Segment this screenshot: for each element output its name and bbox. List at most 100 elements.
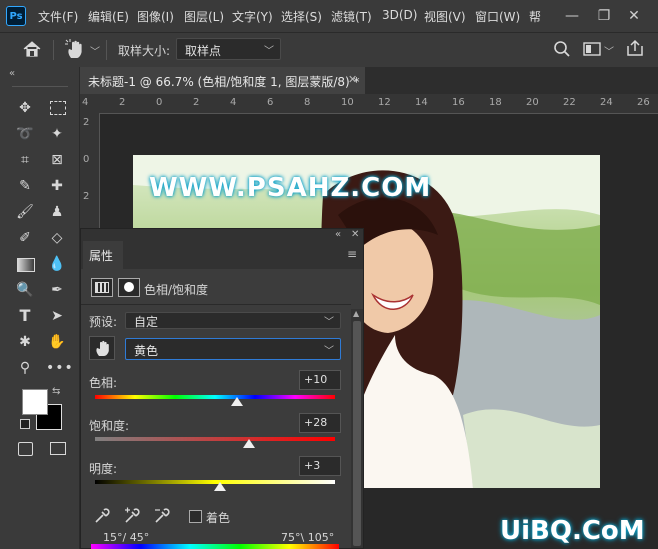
dodge-tool-icon[interactable]: 🔍 (14, 279, 36, 301)
ruler-h-tick: 24 (600, 97, 613, 108)
panel-scrollbar-thumb[interactable] (353, 321, 361, 546)
hue-input[interactable]: +10 (299, 370, 341, 390)
brush-tool-icon[interactable]: 🖌 (14, 201, 36, 223)
eraser-tool-icon[interactable]: ◇ (46, 227, 68, 249)
ruler-h-tick: 8 (304, 97, 311, 108)
range-left-values: 15°/ 45° (103, 531, 150, 544)
menu-help[interactable]: 帮 (529, 8, 541, 25)
scroll-up-icon[interactable]: ▲ (353, 309, 359, 318)
shape-tool-icon[interactable]: ✱ (14, 331, 36, 353)
share-icon[interactable] (626, 39, 644, 57)
eyedropper-icon[interactable] (93, 507, 111, 525)
home-icon[interactable] (22, 40, 42, 58)
menu-type[interactable]: 文字(Y) (232, 8, 273, 25)
zoom-tool-icon[interactable]: ⚲ (14, 357, 36, 379)
saturation-slider-track[interactable] (95, 437, 335, 441)
tab-close-icon[interactable]: ✕ (348, 73, 357, 86)
preset-select[interactable]: 自定 ﹀ (125, 312, 341, 329)
ruler-h-tick: 22 (563, 97, 576, 108)
magic-wand-tool-icon[interactable]: ✦ (46, 123, 68, 145)
channel-value: 黄色 (134, 344, 159, 358)
sample-size-value: 取样点 (185, 44, 222, 58)
marquee-tool-icon[interactable] (46, 97, 68, 119)
menu-window[interactable]: 窗口(W) (475, 8, 520, 25)
preset-label: 预设: (89, 315, 118, 329)
quick-mask-icon[interactable] (14, 438, 36, 460)
sample-size-select[interactable]: 取样点 ﹀ (176, 38, 281, 60)
more-tools-icon[interactable]: ••• (46, 357, 73, 379)
panel-scrollbar[interactable]: ▲ (351, 309, 363, 548)
channel-select[interactable]: 黄色 ﹀ (125, 338, 341, 360)
preset-value: 自定 (134, 315, 159, 329)
hue-slider-track[interactable] (95, 395, 335, 399)
menu-file[interactable]: 文件(F) (38, 8, 78, 25)
layer-mask-icon[interactable] (118, 278, 140, 297)
workspace-chevron-icon[interactable]: ﹀ (604, 43, 614, 58)
targeted-adjustment-hand-icon[interactable] (64, 38, 86, 60)
subtract-from-sample-eyedropper-icon[interactable] (153, 507, 171, 525)
panel-collapse-icon[interactable]: « (335, 229, 341, 240)
panel-menu-icon[interactable]: ≡ (347, 247, 357, 261)
healing-brush-tool-icon[interactable]: ✚ (46, 175, 68, 197)
screen-mode-icon[interactable] (46, 438, 68, 460)
tool-preset-chevron-icon[interactable]: ﹀ (90, 43, 100, 58)
menu-image[interactable]: 图像(I) (137, 8, 174, 25)
menu-view[interactable]: 视图(V) (424, 8, 466, 25)
history-brush-tool-icon[interactable]: ✐ (14, 227, 36, 249)
saturation-label: 饱和度: (89, 419, 130, 433)
default-colors-icon[interactable] (20, 419, 30, 429)
restore-button[interactable]: ❐ (594, 6, 614, 26)
ruler-h-tick: 2 (193, 97, 200, 108)
ruler-h-tick: 4 (230, 97, 237, 108)
gradient-tool-icon[interactable] (14, 253, 36, 275)
options-separator (53, 40, 54, 60)
clone-stamp-tool-icon[interactable]: ♟ (46, 201, 68, 223)
crop-tool-icon[interactable]: ⌗ (14, 149, 36, 171)
collapse-toolbar-icon[interactable]: « (9, 68, 15, 79)
menu-filter[interactable]: 滤镜(T) (331, 8, 372, 25)
hue-slider-thumb[interactable] (230, 397, 243, 406)
search-icon[interactable] (553, 40, 571, 58)
menu-layer[interactable]: 图层(L) (184, 8, 224, 25)
panel-divider (81, 304, 351, 305)
path-selection-tool-icon[interactable]: ➤ (46, 305, 68, 327)
hand-tool-icon[interactable]: ✋ (46, 331, 68, 353)
tools-panel: « (0, 67, 80, 549)
adjustment-layer-icon[interactable] (91, 278, 113, 297)
close-window-button[interactable]: ✕ (624, 6, 644, 26)
move-tool-icon[interactable]: ✥ (14, 97, 36, 119)
colorize-checkbox[interactable] (189, 510, 202, 523)
swap-colors-icon[interactable]: ⇆ (52, 386, 60, 397)
range-right-values: 75°\ 105° (281, 531, 335, 544)
add-to-sample-eyedropper-icon[interactable] (123, 507, 141, 525)
document-tab[interactable]: 未标题-1 @ 66.7% (色相/饱和度 1, 图层蒙版/8) * ✕ (80, 67, 365, 94)
photoshop-logo-icon: Ps (6, 6, 26, 26)
targeted-adjustment-icon (96, 340, 109, 356)
lightness-slider-thumb[interactable] (213, 482, 226, 491)
workspace-icon[interactable] (583, 41, 601, 57)
type-tool-icon[interactable]: T (14, 305, 36, 327)
lasso-tool-icon[interactable]: ➰ (14, 123, 36, 145)
foreground-color-swatch[interactable] (22, 389, 48, 415)
pen-tool-icon[interactable]: ✒ (46, 279, 68, 301)
ruler-h-tick: 14 (415, 97, 428, 108)
hue-range-bar[interactable] (91, 544, 339, 549)
lightness-input[interactable]: +3 (299, 456, 341, 476)
ruler-h-tick: 6 (267, 97, 274, 108)
properties-tab-label: 属性 (89, 249, 114, 263)
chevron-down-icon: ﹀ (264, 46, 274, 57)
frame-tool-icon[interactable]: ⊠ (46, 149, 68, 171)
menu-3d[interactable]: 3D(D) (382, 8, 417, 22)
minimize-button[interactable]: — (562, 6, 582, 26)
blur-tool-icon[interactable]: 💧 (46, 253, 68, 275)
menu-edit[interactable]: 编辑(E) (88, 8, 129, 25)
properties-tab[interactable]: 属性 (83, 241, 123, 269)
eyedropper-tool-icon[interactable]: ✎ (14, 175, 36, 197)
panel-close-icon[interactable]: ✕ (351, 229, 359, 240)
ruler-h-tick: 26 (637, 97, 650, 108)
menu-select[interactable]: 选择(S) (281, 8, 322, 25)
saturation-input[interactable]: +28 (299, 413, 341, 433)
saturation-slider-thumb[interactable] (242, 439, 255, 448)
hue-label: 色相: (89, 376, 118, 390)
on-image-adjust-button[interactable] (89, 336, 115, 360)
